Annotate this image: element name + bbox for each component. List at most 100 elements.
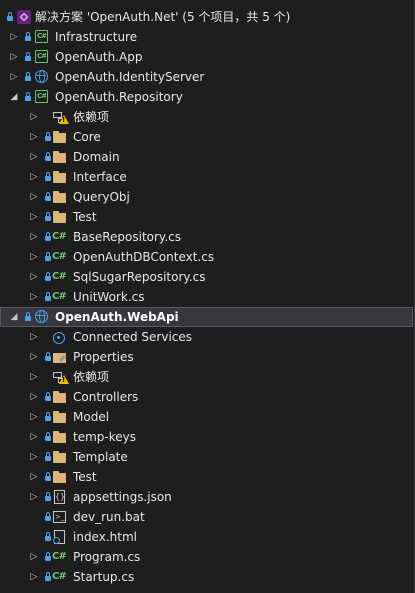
expand-chevron-right-icon[interactable]: ▷ <box>29 267 39 287</box>
tree-item-label: UnitWork.cs <box>73 290 145 304</box>
expand-chevron-right-icon[interactable]: ▷ <box>29 407 39 427</box>
folder-icon <box>52 129 68 145</box>
tree-item-label: Domain <box>73 150 120 164</box>
expand-chevron-right-icon[interactable]: ▷ <box>29 287 39 307</box>
tree-item[interactable]: ▷ Controllers <box>0 387 413 407</box>
tree-item[interactable]: ▷ C# Program.cs <box>0 547 413 567</box>
tree-item-label: SqlSugarRepository.cs <box>73 270 206 284</box>
expand-chevron-right-icon[interactable]: ▷ <box>29 487 39 507</box>
lock-icon <box>44 407 52 427</box>
tree-item-label: OpenAuth.IdentityServer <box>55 70 205 84</box>
tree-item-label: temp-keys <box>73 430 136 444</box>
tree-item[interactable]: 解决方案 'OpenAuth.Net' (5 个项目，共 5 个) <box>0 7 413 27</box>
expand-chevron-right-icon[interactable]: ▷ <box>29 547 39 567</box>
tree-item[interactable]: ▷ C# Infrastructure <box>0 27 413 47</box>
lock-icon <box>24 307 32 327</box>
tree-item-label: OpenAuth.App <box>55 50 143 64</box>
tree-item[interactable]: ▷ Domain <box>0 147 413 167</box>
batch-file-icon: >_ <box>53 511 66 523</box>
tree-item[interactable]: ▷ C# UnitWork.cs <box>0 287 413 307</box>
expand-chevron-right-icon[interactable]: ▷ <box>9 47 19 67</box>
expand-chevron-right-icon[interactable]: ▷ <box>29 467 39 487</box>
tree-item[interactable]: ▷ Template <box>0 447 413 467</box>
tree-item[interactable]: ▷ Core <box>0 127 413 147</box>
tree-item[interactable]: ◢ OpenAuth.WebApi <box>0 307 413 327</box>
lock-icon <box>24 87 32 107</box>
properties-icon <box>52 349 68 365</box>
tree-item[interactable]: ▷ C# SqlSugarRepository.cs <box>0 267 413 287</box>
expand-chevron-right-icon[interactable]: ▷ <box>9 27 19 47</box>
expand-chevron-right-icon[interactable]: ▷ <box>29 447 39 467</box>
tree-item[interactable]: ▷ {} appsettings.json <box>0 487 413 507</box>
expand-chevron-right-icon[interactable]: ▷ <box>29 567 39 587</box>
folder-icon <box>52 209 68 225</box>
tree-item-label: OpenAuth.Repository <box>55 90 183 104</box>
tree-item[interactable]: ▷ C# OpenAuthDBContext.cs <box>0 247 413 267</box>
expand-chevron-right-icon[interactable]: ▷ <box>9 67 19 87</box>
csharp-file-icon: C# <box>52 251 67 262</box>
web-project-icon <box>34 69 50 85</box>
lock-icon <box>44 187 52 207</box>
connected-services-icon <box>52 329 68 345</box>
expand-chevron-right-icon[interactable]: ▷ <box>29 207 39 227</box>
expand-chevron-right-icon[interactable]: ▷ <box>29 147 39 167</box>
solution-explorer-tree: 解决方案 'OpenAuth.Net' (5 个项目，共 5 个) ▷ C# Infr… <box>0 0 415 593</box>
folder-icon <box>52 429 68 445</box>
tree-item-label: Interface <box>73 170 127 184</box>
folder-icon <box>52 449 68 465</box>
expand-chevron-down-icon[interactable]: ◢ <box>9 87 19 107</box>
tree-item[interactable]: ▷ Test <box>0 207 413 227</box>
csharp-file-icon: C# <box>52 271 67 282</box>
expand-chevron-right-icon[interactable]: ▷ <box>29 227 39 247</box>
csharp-file-icon: C# <box>52 291 67 302</box>
expand-chevron-down-icon[interactable]: ◢ <box>9 307 19 327</box>
tree-item-label: Controllers <box>73 390 139 404</box>
tree-item[interactable]: >_ dev_run.bat <box>0 507 413 527</box>
tree-item[interactable]: ▷ Connected Services <box>0 327 413 347</box>
web-project-icon <box>34 309 50 325</box>
lock-icon <box>24 67 32 87</box>
folder-icon <box>52 189 68 205</box>
lock-icon <box>44 227 52 247</box>
expand-chevron-right-icon[interactable]: ▷ <box>29 387 39 407</box>
csharp-file-icon: C# <box>52 231 67 242</box>
tree-item[interactable]: ▷ 依赖项 <box>0 367 413 387</box>
lock-icon <box>44 167 52 187</box>
tree-item-label: Model <box>73 410 110 424</box>
lock-icon <box>6 7 14 27</box>
expand-chevron-right-icon[interactable]: ▷ <box>29 187 39 207</box>
expand-chevron-right-icon[interactable]: ▷ <box>29 127 39 147</box>
expand-chevron-right-icon[interactable]: ▷ <box>29 327 39 347</box>
tree-item[interactable]: ▷ QueryObj <box>0 187 413 207</box>
tree-item[interactable]: ▷ temp-keys <box>0 427 413 447</box>
folder-icon <box>52 169 68 185</box>
expand-chevron-right-icon[interactable]: ▷ <box>29 367 39 387</box>
tree-item-label: Startup.cs <box>73 570 135 584</box>
tree-item[interactable]: index.html <box>0 527 413 547</box>
expand-chevron-right-icon[interactable]: ▷ <box>29 347 39 367</box>
expand-chevron-right-icon[interactable]: ▷ <box>29 107 39 127</box>
expand-chevron-right-icon[interactable]: ▷ <box>29 167 39 187</box>
tree-item-label: QueryObj <box>73 190 130 204</box>
lock-icon <box>44 247 52 267</box>
expand-chevron-right-icon[interactable]: ▷ <box>29 247 39 267</box>
tree-item[interactable]: ▷ C# BaseRepository.cs <box>0 227 413 247</box>
tree-item[interactable]: ▷ C# OpenAuth.App <box>0 47 413 67</box>
tree-item[interactable]: ▷ OpenAuth.IdentityServer <box>0 67 413 87</box>
tree-item[interactable]: ◢ C# OpenAuth.Repository <box>0 87 413 107</box>
csharp-file-icon: C# <box>52 551 67 562</box>
folder-icon <box>52 149 68 165</box>
lock-icon <box>44 487 52 507</box>
tree-item[interactable]: ▷ Properties <box>0 347 413 367</box>
tree-item-label: Properties <box>73 350 134 364</box>
tree-item-label: Test <box>73 210 97 224</box>
tree-item[interactable]: ▷ Model <box>0 407 413 427</box>
dependencies-warning-icon <box>52 369 69 385</box>
tree-item[interactable]: ▷ 依赖项 <box>0 107 413 127</box>
expand-chevron-right-icon[interactable]: ▷ <box>29 427 39 447</box>
dependencies-warning-icon <box>52 109 69 125</box>
lock-icon <box>44 347 52 367</box>
tree-item[interactable]: ▷ C# Startup.cs <box>0 567 413 587</box>
tree-item[interactable]: ▷ Test <box>0 467 413 487</box>
tree-item[interactable]: ▷ Interface <box>0 167 413 187</box>
